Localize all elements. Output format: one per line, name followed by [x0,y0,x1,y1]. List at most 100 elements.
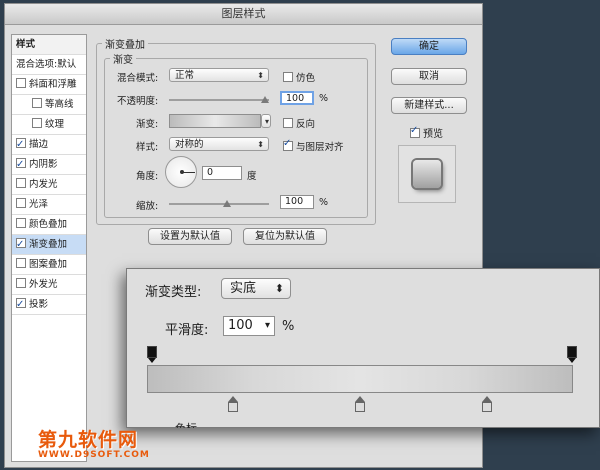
style-select[interactable]: 对称的 ⬍ [169,137,269,151]
gradient-preview-bar[interactable] [147,365,573,393]
gradient-editor-zoom: 渐变类型: 实底 ⬍ 平滑度: 100 ▾ % 色标 [126,268,600,428]
angle-center-icon [180,170,184,174]
scale-slider-thumb[interactable] [223,200,231,207]
dither-label: 仿色 [296,73,316,84]
smoothness-input[interactable]: 100 ▾ [223,316,275,336]
sidebar-item[interactable]: 外发光 [12,275,86,295]
reverse-checkbox[interactable]: 反向 [283,116,315,130]
sidebar-item-label: 纹理 [45,119,65,130]
reverse-label: 反向 [296,119,316,130]
sidebar-item-label: 斜面和浮雕 [29,79,77,90]
opacity-percent: % [319,93,329,104]
gradient-type-label: 渐变类型: [145,285,202,300]
checkbox-icon[interactable] [32,98,42,108]
chevron-down-icon: ▾ [264,320,270,331]
preview-label: 预览 [423,129,443,140]
color-stop-right[interactable] [482,396,492,412]
style-value: 对称的 [175,139,204,150]
sidebar-item[interactable]: 内阴影 [12,155,86,175]
sidebar-item[interactable]: 颜色叠加 [12,215,86,235]
preview-checkbox[interactable]: 预览 [410,125,443,140]
checkbox-checked-icon[interactable] [16,135,26,154]
ok-button[interactable]: 确定 [391,38,467,55]
checkbox-icon [283,72,293,82]
sidebar-item[interactable]: 投影 [12,295,86,315]
sidebar-item[interactable]: 光泽 [12,195,86,215]
sidebar-item-label: 光泽 [29,199,49,210]
angle-degree-unit: 度 [247,171,257,182]
scale-input[interactable]: 100 [280,195,314,209]
checkbox-checked-icon[interactable] [16,155,26,174]
sidebar-item-label: 图案叠加 [29,259,68,270]
sidebar-item[interactable]: 渐变叠加 [12,235,86,255]
sidebar-header[interactable]: 样式 [12,35,86,55]
angle-label: 角度: [136,171,159,182]
gradient-type-select[interactable]: 实底 ⬍ [221,278,291,299]
sidebar-item-label: 投影 [29,299,49,310]
gradient-type-value: 实底 [230,281,257,296]
sidebar-item[interactable]: 斜面和浮雕 [12,75,86,95]
sidebar-item-label: 颜色叠加 [29,219,68,230]
align-with-layer-label: 与图层对齐 [296,142,344,153]
gradient-overlay-title: 渐变叠加 [102,36,148,51]
blend-mode-label: 混合模式: [117,73,159,84]
opacity-slider-thumb[interactable] [261,96,269,103]
opacity-label: 不透明度: [117,96,159,107]
scale-percent: % [319,197,329,208]
watermark-url: WWW.D9SOFT.COM [38,450,150,460]
gradient-picker-dropdown[interactable]: ▾ [261,114,271,128]
blend-mode-value: 正常 [175,70,195,81]
checkbox-icon[interactable] [16,178,26,188]
sidebar-item-label: 等高线 [45,99,74,110]
style-label: 样式: [136,142,159,153]
sidebar-item-label: 外发光 [29,279,58,290]
sidebar-item[interactable]: 内发光 [12,175,86,195]
checkbox-icon[interactable] [16,278,26,288]
checkbox-icon[interactable] [32,118,42,128]
checkbox-icon[interactable] [16,78,26,88]
select-arrows-icon: ⬍ [274,282,284,295]
opacity-input[interactable]: 100 [280,91,314,105]
scale-slider[interactable] [169,203,269,205]
set-default-button[interactable]: 设置为默认值 [148,228,232,245]
checkbox-icon[interactable] [16,218,26,228]
dither-checkbox[interactable]: 仿色 [283,70,315,84]
select-arrows-icon: ⬍ [257,140,264,149]
color-stops-label: 色标 [175,420,197,428]
color-stop-left[interactable] [228,396,238,412]
sidebar-item[interactable]: 图案叠加 [12,255,86,275]
reset-default-button[interactable]: 复位为默认值 [243,228,327,245]
sidebar-item[interactable]: 描边 [12,135,86,155]
gradient-subtitle: 渐变 [110,51,136,66]
checkbox-icon [283,118,293,128]
checkbox-checked-icon[interactable] [16,235,26,254]
sidebar-item[interactable]: 纹理 [12,115,86,135]
opacity-stop-right[interactable] [567,346,577,363]
opacity-stop-left[interactable] [147,346,157,363]
preview-thumbnail [413,160,441,188]
sidebar-blend-options[interactable]: 混合选项:默认 [12,55,86,75]
checkbox-icon[interactable] [16,198,26,208]
smoothness-label: 平滑度: [165,323,209,338]
styles-sidebar: 样式 混合选项:默认 斜面和浮雕等高线纹理描边内阴影内发光光泽颜色叠加渐变叠加图… [11,34,87,462]
sidebar-item-label: 渐变叠加 [29,239,68,250]
angle-input[interactable]: 0 [202,166,242,180]
color-stop-middle[interactable] [355,396,365,412]
checkbox-icon[interactable] [16,258,26,268]
new-style-button[interactable]: 新建样式... [391,97,467,114]
cancel-button[interactable]: 取消 [391,68,467,85]
opacity-slider[interactable] [169,99,269,101]
gradient-swatch[interactable] [169,114,261,128]
blend-mode-select[interactable]: 正常 ⬍ [169,68,269,82]
style-preview [398,145,456,203]
scale-label: 缩放: [136,201,159,212]
angle-dial[interactable] [165,156,197,188]
sidebar-item[interactable]: 等高线 [12,95,86,115]
select-arrows-icon: ⬍ [257,71,264,80]
checkbox-checked-icon[interactable] [16,295,26,314]
gradient-label: 渐变: [136,119,159,130]
smoothness-percent: % [282,319,295,334]
align-with-layer-checkbox[interactable]: 与图层对齐 [283,138,344,153]
dialog-title: 图层样式 [5,4,482,25]
checkbox-checked-icon [283,138,293,151]
